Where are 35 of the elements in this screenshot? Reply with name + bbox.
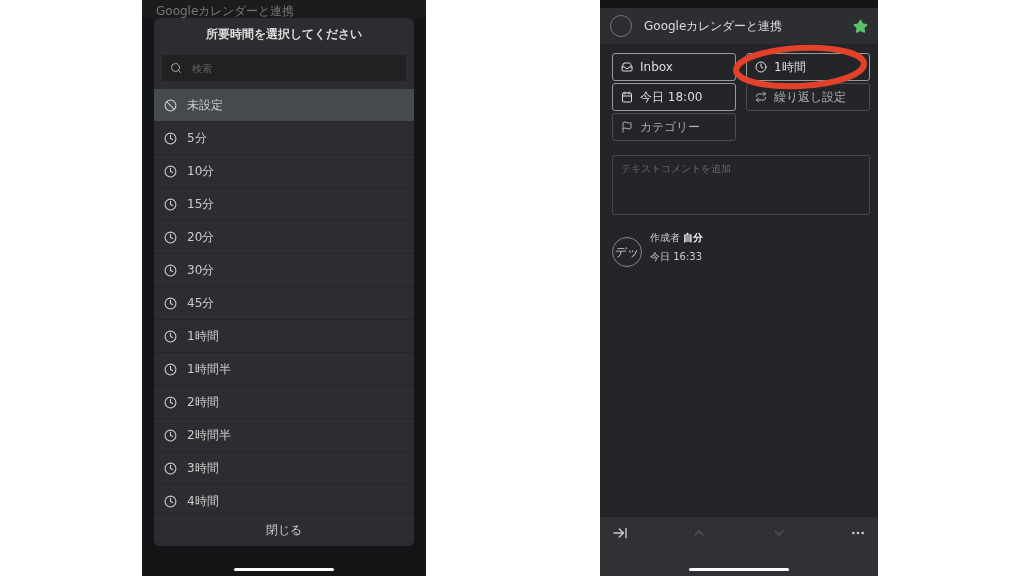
calendar-icon — [621, 91, 633, 103]
clock-icon — [164, 131, 177, 145]
close-button[interactable]: 閉じる — [154, 513, 414, 546]
prohibited-icon — [164, 98, 177, 112]
clock-icon — [164, 362, 177, 376]
clock-icon — [164, 395, 177, 409]
created-time: 今日 16:33 — [650, 250, 703, 264]
inbox-icon — [621, 61, 633, 73]
clock-icon — [164, 197, 177, 211]
property-button[interactable]: Inbox — [612, 53, 736, 81]
search-bar[interactable]: 検索 — [162, 55, 406, 81]
search-input[interactable]: 検索 — [190, 61, 398, 75]
clock-icon — [164, 230, 177, 244]
property-button[interactable]: 今日 18:00 — [612, 83, 736, 111]
clock-icon — [164, 164, 177, 178]
clock-icon — [164, 263, 177, 277]
task-title: Googleカレンダーと連携 — [156, 4, 295, 18]
dialog-title: 所要時間を選択してください — [205, 26, 363, 43]
move-icon[interactable] — [612, 525, 628, 541]
star-icon[interactable] — [853, 18, 868, 34]
author-text: 作成者 自分 — [650, 231, 704, 245]
flag-icon — [621, 121, 633, 133]
clock-icon — [164, 329, 177, 343]
property-button[interactable]: カテゴリー — [612, 113, 736, 141]
property-button[interactable]: 1時間 — [746, 53, 870, 81]
task-title: Googleカレンダーと連携 — [644, 17, 784, 35]
clock-icon — [755, 61, 767, 73]
duration-option[interactable]: 未設定 — [154, 89, 414, 122]
property-button[interactable]: 繰り返し設定 — [746, 83, 870, 111]
search-icon — [170, 62, 182, 74]
repeat-icon — [755, 91, 767, 103]
clock-icon — [164, 461, 177, 475]
clock-icon — [164, 428, 177, 442]
clock-icon — [164, 494, 177, 508]
clock-icon — [164, 296, 177, 310]
